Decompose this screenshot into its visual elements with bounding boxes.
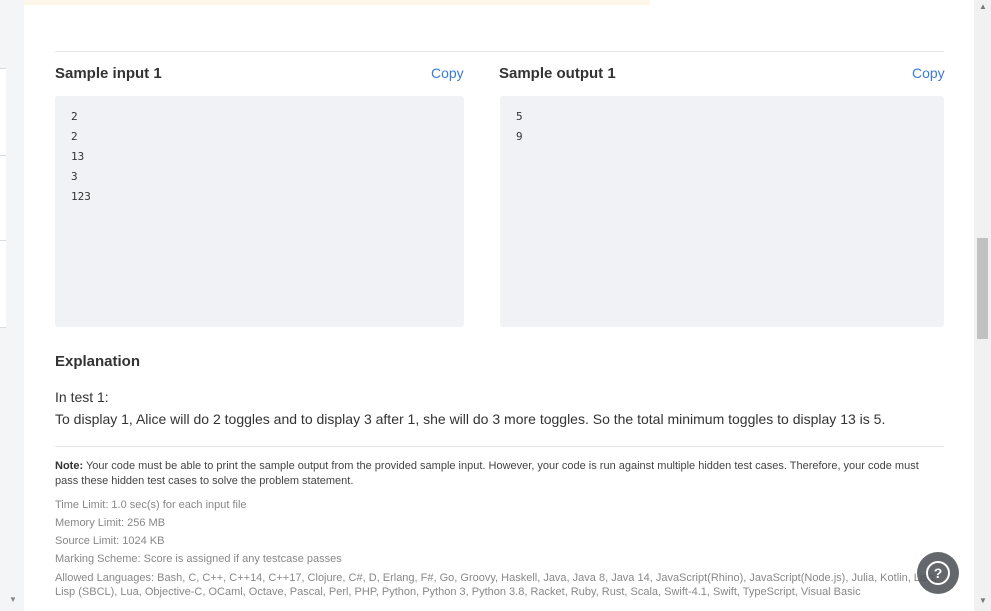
note-body: Your code must be able to print the samp… [55,460,919,487]
question-circle-icon: ? [926,561,950,585]
triangle-up-icon[interactable]: ▲ [979,2,987,11]
divider [55,51,944,52]
code-line: 9 [516,130,523,143]
code-line: 2 [71,130,78,143]
marking-scheme: Marking Scheme: Score is assigned if any… [55,553,342,565]
explanation-heading: Explanation [55,353,141,370]
code-line: 2 [71,110,78,123]
problem-content: Sample input 1 Copy 2 2 13 3 123 Sample … [24,0,974,611]
notice-banner-edge [24,0,650,5]
copy-output-button[interactable]: Copy [912,65,945,81]
time-limit: Time Limit: 1.0 sec(s) for each input fi… [55,499,247,511]
sample-output-box[interactable]: 5 9 [500,96,944,327]
sample-input-title: Sample input 1 [55,65,162,82]
note-text: Note: Your code must be able to print th… [55,459,940,489]
sample-input-box[interactable]: 2 2 13 3 123 [55,96,464,327]
left-panel-rail: ▼ [0,0,25,611]
triangle-down-icon[interactable]: ▼ [979,596,987,605]
code-line: 5 [516,110,523,123]
divider [55,446,944,447]
scrollbar-thumb[interactable] [977,238,988,339]
left-panel-tab[interactable] [0,68,6,328]
page-scrollbar[interactable]: ▲ ▼ [974,0,991,611]
memory-limit: Memory Limit: 256 MB [55,517,166,529]
help-button[interactable]: ? [917,552,959,594]
sample-output-title: Sample output 1 [499,65,616,82]
left-panel-divider [0,240,6,241]
copy-input-button[interactable]: Copy [431,65,464,81]
allowed-languages: Allowed Languages: Bash, C, C++, C++14, … [55,572,938,598]
code-line: 3 [71,170,78,183]
explanation-line: To display 1, Alice will do 2 toggles an… [55,411,886,427]
note-label: Note: [55,460,84,472]
left-panel-divider [0,155,6,156]
code-line: 13 [71,150,85,163]
triangle-down-icon[interactable]: ▼ [9,595,17,604]
code-line: 123 [71,190,91,203]
source-limit: Source Limit: 1024 KB [55,535,165,547]
explanation-line: In test 1: [55,389,109,405]
